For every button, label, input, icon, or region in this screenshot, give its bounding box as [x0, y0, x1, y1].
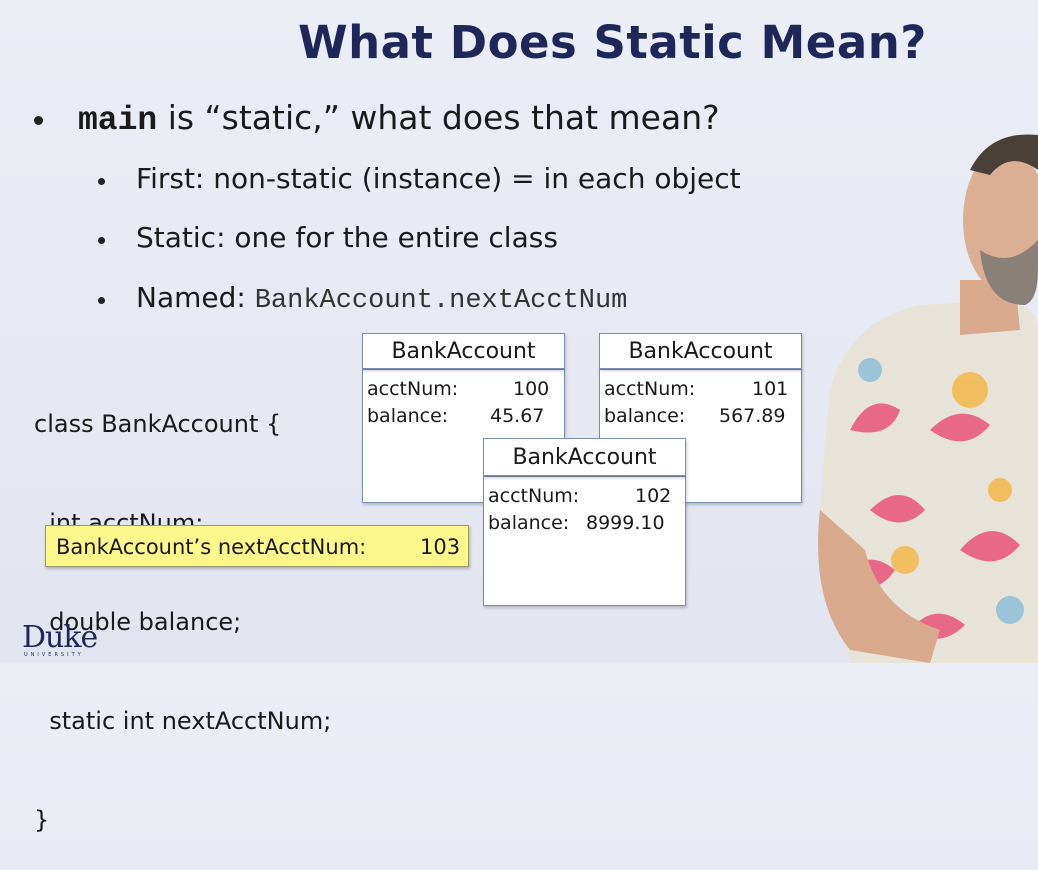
acctnum-label: acctNum:: [604, 378, 696, 400]
bullet-dot: [34, 116, 43, 125]
acctnum-label: acctNum:: [488, 485, 580, 507]
bullet-text: main is “static,” what does that mean?: [78, 98, 720, 139]
bullet-dot: [98, 237, 105, 244]
object-class-header: BankAccount: [483, 438, 686, 476]
balance-label: balance:: [604, 405, 686, 427]
named-label: Named:: [136, 281, 255, 314]
acctnum-value: 100: [513, 378, 550, 400]
balance-value: 45.67: [490, 405, 545, 427]
balance-label: balance:: [367, 405, 449, 427]
balance-label: balance:: [488, 512, 570, 534]
main-keyword: main: [78, 102, 158, 139]
code-line: }: [34, 806, 50, 834]
sub-bullet-text: Named: BankAccount.nextAcctNum: [136, 281, 627, 316]
named-code: BankAccount.nextAcctNum: [254, 286, 628, 316]
balance-value: 567.89: [719, 405, 786, 427]
presenter-video: [818, 134, 1038, 663]
slide-title: What Does Static Mean?: [298, 16, 927, 69]
sub-bullet-text: Static: one for the entire class: [136, 221, 558, 254]
object-box-3: acctNum: 102 balance: 8999.10 BankAccoun…: [483, 438, 686, 606]
object-class-header: BankAccount: [599, 333, 802, 369]
static-var-label: BankAccount’s nextAcctNum:: [56, 535, 367, 559]
code-line: static int nextAcctNum;: [34, 707, 332, 735]
bullet-main-rest: is “static,” what does that mean?: [157, 98, 720, 137]
static-var-highlight: BankAccount’s nextAcctNum: 103: [45, 525, 469, 567]
bullet-dot: [98, 297, 105, 304]
sub-bullet-text: First: non-static (instance) = in each o…: [136, 162, 741, 195]
acctnum-value: 101: [752, 378, 789, 400]
code-line: class BankAccount {: [34, 410, 282, 438]
class-code-block: class BankAccount { int acctNum; double …: [34, 342, 331, 870]
object-fields: acctNum: 102 balance: 8999.10: [483, 476, 686, 606]
object-class-header: BankAccount: [362, 333, 565, 369]
duke-logo-sub: UNIVERSITY: [24, 652, 84, 658]
bullet-dot: [98, 178, 105, 185]
balance-value: 8999.10: [586, 512, 665, 534]
acctnum-value: 102: [635, 485, 672, 507]
acctnum-label: acctNum:: [367, 378, 459, 400]
duke-logo: Duke: [22, 620, 98, 655]
static-var-value: 103: [420, 535, 461, 559]
